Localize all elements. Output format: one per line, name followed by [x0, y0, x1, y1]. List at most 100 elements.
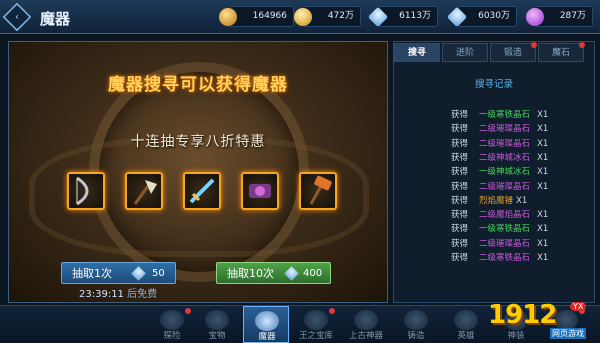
tab-advance[interactable]: 进阶: [442, 43, 488, 62]
resource-coin: 164966: [219, 6, 294, 27]
logo-badge: YX: [570, 302, 587, 311]
logo-tagline: 网页游戏: [550, 328, 586, 339]
record-item-name: 二级璀璨晶石: [479, 138, 531, 149]
notification-dot: [329, 308, 335, 314]
panel-tabs: 搜寻 进阶 锻造 魔石: [394, 42, 594, 63]
nav-item[interactable]: 魔器: [243, 306, 289, 343]
treasure-icon: [205, 310, 229, 330]
record-verb: 获得: [451, 181, 469, 192]
nav-item[interactable]: 上古神器: [343, 306, 389, 343]
draw-ten-button[interactable]: 抽取10次 400: [216, 262, 331, 284]
tab-magic-stone-label: 魔石: [551, 48, 570, 58]
record-item-name: 二级璀璨晶石: [479, 181, 531, 192]
record-qty: X1: [537, 152, 549, 163]
record-qty: X1: [516, 195, 528, 206]
crystal-icon: [367, 6, 389, 28]
axe-icon: [133, 180, 157, 205]
record-qty: X1: [537, 167, 549, 178]
discount-banner: 十连抽专享八折特惠: [130, 134, 266, 150]
gold-icon: [294, 8, 312, 26]
nav-item[interactable]: 铸造: [393, 306, 439, 343]
record-panel: 搜寻 进阶 锻造 魔石 搜寻记录 获得 一级寒铁晶石 X1 获得 二级璀璨晶石 X1 获得二…: [393, 41, 595, 303]
coin-icon: [219, 8, 237, 26]
back-icon: ‹: [15, 11, 19, 22]
gem-icon: [249, 184, 271, 198]
record-qty: X1: [537, 253, 549, 263]
record-row: 获得 二级璀璨晶石 X1: [451, 238, 600, 250]
crystal-icon: [446, 6, 468, 28]
nav-item[interactable]: 英雄: [443, 306, 489, 343]
resource-crystal-2-value: 6030万: [478, 11, 510, 21]
draw-once-cost: 50: [152, 268, 165, 279]
nav-item[interactable]: 宝物: [194, 306, 240, 343]
nav-label: 王之宝库: [298, 331, 333, 341]
record-item-name: 一级神城冰石: [479, 167, 531, 178]
reward-item-bow[interactable]: [67, 172, 105, 210]
record-qty: X1: [537, 181, 549, 192]
draw-once-button[interactable]: 抽取1次 50: [61, 262, 176, 284]
record-qty: X1: [537, 238, 549, 249]
resource-gem-value: 287万: [559, 11, 586, 21]
sword-icon: [189, 178, 215, 204]
draw-ten-label: 抽取10次: [227, 267, 274, 280]
bow-icon: [76, 176, 89, 206]
resource-crystal: 6113万: [367, 6, 438, 28]
tab-magic-stone[interactable]: 魔石: [538, 42, 585, 62]
explore-icon: [160, 310, 184, 330]
nav-label: 宝物: [208, 331, 226, 341]
tab-search[interactable]: 搜寻: [394, 43, 440, 62]
reward-item-axe[interactable]: [125, 172, 163, 210]
record-row: 获得 二级寒铁晶石 X1: [451, 252, 600, 264]
search-headline: 魔器搜寻可以获得魔器: [108, 75, 288, 95]
record-row: 获得 二级璀璨晶石 X1: [451, 181, 600, 193]
resource-crystal-2: 6030万: [446, 6, 517, 28]
record-qty: X1: [537, 124, 549, 135]
record-verb: 获得: [451, 224, 469, 235]
notification-dot: [531, 42, 537, 48]
free-draw-timer: 23:39:11 后免费: [79, 285, 157, 300]
back-button[interactable]: ‹: [2, 2, 32, 32]
reward-item-sword[interactable]: [183, 172, 221, 210]
resource-crystal-value: 6113万: [399, 11, 431, 21]
tab-advance-label: 进阶: [455, 48, 474, 58]
tab-search-label: 搜寻: [407, 48, 426, 58]
record-row: 获得 一级寒铁晶石 X1: [451, 223, 600, 235]
records-title: 搜寻记录: [474, 79, 513, 90]
record-verb: 获得: [451, 210, 469, 221]
reward-item-gem[interactable]: [241, 172, 279, 210]
record-item-name: 一级寒铁晶石: [479, 110, 531, 120]
record-item-name: 一级寒铁晶石: [479, 224, 531, 235]
record-verb: 获得: [451, 238, 469, 249]
record-row: 获得 二级神城冰石 X1: [451, 152, 600, 164]
record-verb: 获得: [451, 253, 469, 263]
logo-number: 1912: [488, 300, 557, 330]
resource-gem: 287万: [526, 6, 593, 27]
crystal-icon: [284, 266, 299, 281]
record-item-name: 二级寒铁晶石: [479, 253, 531, 263]
record-qty: X1: [537, 210, 549, 221]
record-row: 获得 二级璀璨晶石 X1: [451, 123, 600, 135]
record-item-name: 烈焰魔锤: [479, 195, 514, 206]
record-row: 获得 一级神城冰石 X1: [451, 166, 600, 178]
nav-label: 铸造: [407, 331, 425, 341]
top-bar: ‹ 魔器 164966 472万 6113万 6030万 287万: [0, 0, 600, 34]
reward-item-hammer[interactable]: [299, 172, 337, 210]
notification-dot: [185, 308, 191, 314]
nav-item[interactable]: 王之宝库: [293, 306, 339, 343]
record-item-name: 二级璀璨晶石: [479, 124, 531, 135]
record-qty: X1: [537, 138, 549, 149]
notification-dot: [579, 42, 585, 48]
nav-item[interactable]: 探险: [149, 306, 195, 343]
nav-label: 探险: [163, 331, 181, 341]
resource-coin-value: 164966: [252, 11, 287, 21]
tab-forge[interactable]: 锻造: [490, 42, 537, 62]
page-title: 魔器: [40, 10, 71, 28]
record-item-name: 二级神城冰石: [479, 152, 531, 163]
crystal-icon: [131, 266, 146, 281]
resource-gold: 472万: [294, 6, 361, 27]
magic-weapon-icon: [255, 311, 279, 331]
nav-label: 魔器: [258, 332, 276, 342]
artifact-icon: [354, 310, 378, 330]
record-row: 获得 烈焰魔锤 X1: [451, 195, 600, 207]
record-row: 获得 一级寒铁晶石 X1: [451, 109, 600, 121]
